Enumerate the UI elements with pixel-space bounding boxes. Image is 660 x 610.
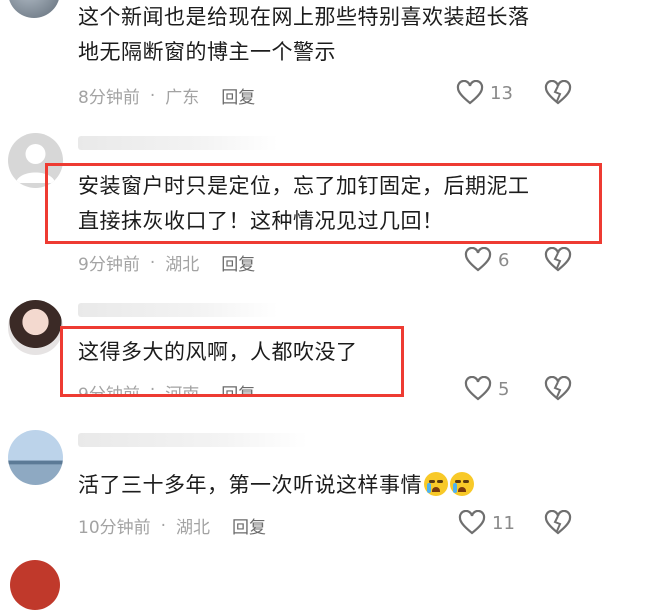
- comment-time: 8分钟前: [78, 88, 140, 108]
- heart-outline-icon: [458, 510, 486, 535]
- username-redacted: [78, 433, 308, 447]
- crying-face-emoji: [424, 472, 448, 496]
- broken-heart-icon: [544, 79, 572, 105]
- separator: ·: [149, 85, 156, 106]
- comment-text: 这个新闻也是给现在网上那些特别喜欢装超长落 地无隔断窗的博主一个警示: [78, 0, 530, 70]
- reply-button[interactable]: 回复: [221, 83, 255, 108]
- avatar[interactable]: [10, 560, 60, 610]
- comment-meta: 9分钟前 · 湖北 回复: [78, 250, 255, 276]
- heart-outline-icon: [464, 247, 492, 272]
- reply-button[interactable]: 回复: [221, 250, 255, 275]
- comment-meta: 8分钟前 · 广东 回复: [78, 83, 255, 109]
- dislike-button[interactable]: [544, 509, 572, 540]
- comment-line: 这个新闻也是给现在网上那些特别喜欢装超长落: [78, 5, 530, 29]
- comment-line: 安装窗户时只是定位，忘了加钉固定，后期泥工: [78, 174, 530, 198]
- like-button[interactable]: 11: [458, 510, 515, 536]
- crying-face-emoji: [450, 472, 474, 496]
- comment-line: 活了三十多年，第一次听说这样事情: [78, 473, 422, 497]
- comment-line: 直接抹灰收口了！这种情况见过几回！: [78, 209, 444, 233]
- comment-location: 湖北: [176, 518, 211, 538]
- avatar[interactable]: [8, 430, 63, 485]
- dislike-button[interactable]: [544, 375, 572, 406]
- comment-location: 广东: [165, 88, 200, 108]
- reply-button[interactable]: 回复: [221, 380, 255, 394]
- broken-heart-icon: [544, 246, 572, 272]
- comment-location: 湖北: [165, 255, 200, 275]
- comment-text: 活了三十多年，第一次听说这样事情: [78, 468, 474, 503]
- comment-line: 地无隔断窗的博主一个警示: [78, 40, 336, 64]
- like-button[interactable]: 5: [464, 376, 509, 402]
- comment-time: 9分钟前: [78, 380, 140, 394]
- comment-line: 这得多大的风啊，人都吹没了: [78, 340, 358, 364]
- comment-text: 安装窗户时只是定位，忘了加钉固定，后期泥工 直接抹灰收口了！这种情况见过几回！: [78, 169, 530, 239]
- like-count: 13: [490, 82, 513, 104]
- like-button[interactable]: 6: [464, 247, 509, 273]
- heart-outline-icon: [464, 376, 492, 401]
- heart-outline-icon: [456, 80, 484, 105]
- dislike-button[interactable]: [544, 246, 572, 277]
- separator: ·: [160, 515, 167, 536]
- reply-button[interactable]: 回复: [232, 513, 266, 538]
- like-count: 11: [492, 512, 515, 534]
- broken-heart-icon: [544, 509, 572, 535]
- like-button[interactable]: 13: [456, 80, 513, 106]
- avatar[interactable]: [8, 300, 63, 355]
- separator: ·: [149, 252, 156, 273]
- username-redacted: [78, 303, 278, 317]
- separator: ·: [149, 380, 156, 394]
- username-redacted: [78, 136, 278, 150]
- comment-meta: 9分钟前 · 河南 回复: [78, 380, 255, 394]
- comment-location: 河南: [165, 380, 199, 394]
- comment-time: 10分钟前: [78, 518, 151, 538]
- like-count: 6: [498, 249, 510, 271]
- dislike-button[interactable]: [544, 79, 572, 110]
- comment-text: 这得多大的风啊，人都吹没了: [78, 335, 358, 370]
- avatar[interactable]: [8, 0, 60, 18]
- comment-meta: 10分钟前 · 湖北 回复: [78, 513, 266, 539]
- broken-heart-icon: [544, 375, 572, 401]
- comment-time: 9分钟前: [78, 255, 140, 275]
- like-count: 5: [498, 378, 510, 400]
